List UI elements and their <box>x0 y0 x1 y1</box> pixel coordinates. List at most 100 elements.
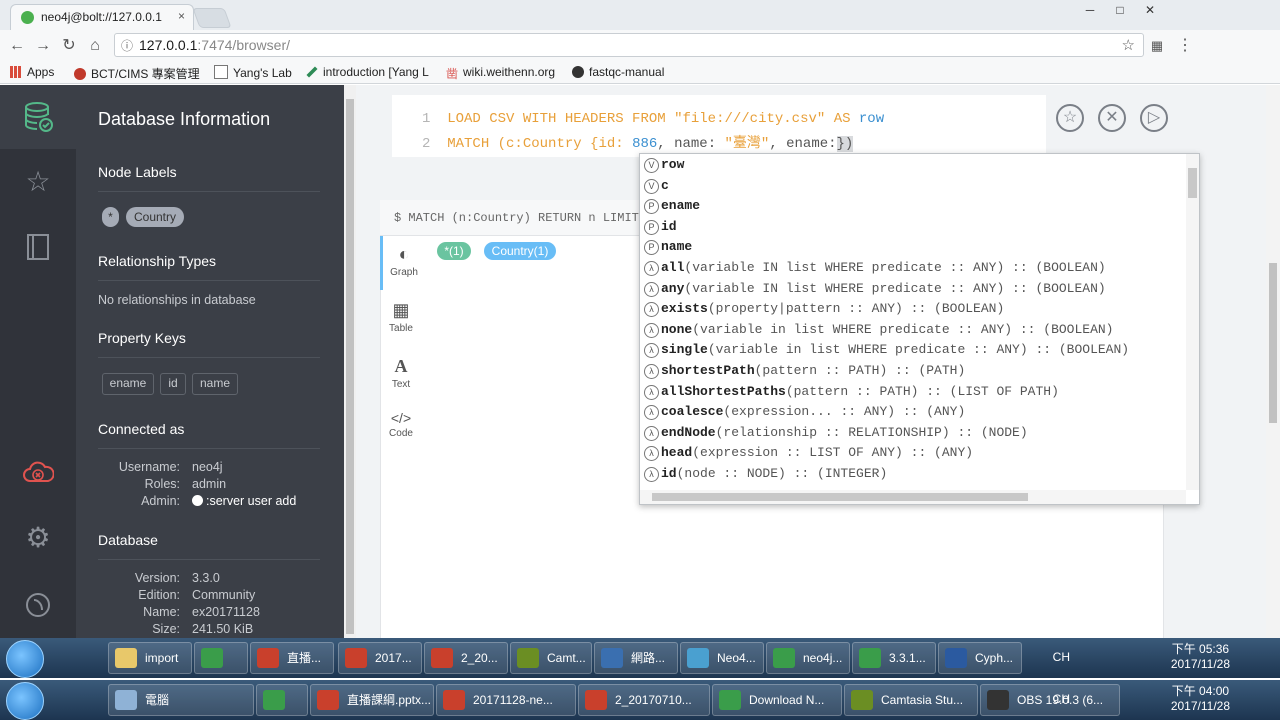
autocomplete-item[interactable]: Pename <box>640 196 1185 217</box>
autocomplete-item[interactable]: Vc <box>640 176 1185 197</box>
autocomplete-item[interactable]: λ any(variable IN list WHERE predicate ::… <box>640 279 1185 300</box>
node-label-country-pill[interactable]: Country <box>126 207 184 227</box>
cypher-editor[interactable]: 1 LOAD CSV WITH HEADERS FROM "file:///ci… <box>392 95 1046 157</box>
taskbar-app-button[interactable]: Camt... <box>510 642 592 674</box>
drawer-scrollbar[interactable] <box>344 85 356 640</box>
taskbar-app-button[interactable]: neo4j... <box>766 642 850 674</box>
info-icon[interactable]: ⓘ <box>121 37 133 54</box>
taskbar-app-button[interactable]: import <box>108 642 192 674</box>
autocomplete-item[interactable]: Pname <box>640 237 1185 258</box>
start-button-icon[interactable] <box>6 640 44 678</box>
about-neo4j-icon[interactable] <box>0 573 76 637</box>
taskbar-app-button[interactable]: 20171128-ne... <box>436 684 576 716</box>
scrollbar-thumb[interactable] <box>346 99 354 634</box>
autocomplete-item[interactable]: λ coalesce(expression... :: ANY) :: (ANY) <box>640 402 1185 423</box>
favorites-star-icon[interactable]: ☆ <box>0 149 76 213</box>
taskbar-app-button[interactable]: 2017... <box>338 642 422 674</box>
tab-graph[interactable]: ◐ Graph <box>380 236 425 290</box>
roles-key: Roles: <box>144 477 180 491</box>
taskbar-app-button[interactable]: 2_20170710... <box>578 684 710 716</box>
bookmark-yangs-lab[interactable]: Yang's Lab <box>214 65 292 80</box>
tab-table[interactable]: ▦ Table <box>380 292 422 346</box>
browser-tab[interactable]: neo4j@bolt://127.0.0.1 × <box>10 4 194 30</box>
taskbar-app-button[interactable]: 網路... <box>594 642 678 674</box>
taskbar-app-button[interactable]: Download N... <box>712 684 842 716</box>
taskbar-app-button[interactable] <box>194 642 248 674</box>
database-icon[interactable] <box>0 85 76 149</box>
close-window-icon[interactable]: ✕ <box>1136 0 1164 20</box>
cloud-disconnected-icon[interactable] <box>0 440 76 504</box>
bookmark-apps[interactable]: Apps <box>10 65 54 79</box>
autocomplete-item[interactable]: Pid <box>640 217 1185 238</box>
taskbar-app-button[interactable]: Camtasia Stu... <box>844 684 978 716</box>
taskbar-app-button[interactable]: OBS 19.0.3 (6... <box>980 684 1120 716</box>
new-tab-button[interactable] <box>192 8 232 28</box>
maximize-icon[interactable]: □ <box>1106 0 1134 20</box>
autocomplete-hscrollbar[interactable] <box>640 490 1186 504</box>
taskbar-app-button[interactable] <box>256 684 308 716</box>
settings-gear-icon[interactable]: ⚙ <box>0 505 76 569</box>
run-query-play-icon[interactable]: ▷ <box>1140 104 1168 132</box>
bookmark-introduction[interactable]: introduction [Yang L <box>306 65 429 79</box>
suggestion-signature: (relationship :: RELATIONSHIP) :: (NODE) <box>715 424 1028 440</box>
autocomplete-item[interactable]: λ shortestPath(pattern :: PATH) :: (PATH) <box>640 361 1185 382</box>
scrollbar-thumb[interactable] <box>1188 168 1197 198</box>
scrollbar-thumb[interactable] <box>1269 263 1277 423</box>
suggestion-name: any(variable IN list WHERE predicate :: … <box>661 281 1106 296</box>
extension-icon[interactable]: ▦ <box>1146 36 1168 56</box>
bookmark-fastqc-manual[interactable]: fastqc-manual <box>572 65 664 79</box>
property-key-name[interactable]: name <box>192 373 238 395</box>
autocomplete-item[interactable]: λ exists(property|pattern :: ANY) :: (BOO… <box>640 299 1185 320</box>
tab-text[interactable]: A Text <box>380 348 422 402</box>
home-icon[interactable]: ⌂ <box>84 36 106 56</box>
server-user-add-link[interactable]: :server user add <box>192 494 296 508</box>
reload-icon[interactable]: ↻ <box>58 36 80 56</box>
taskbar-app-button[interactable]: 直播... <box>250 642 334 674</box>
menu-icon[interactable]: ⋮ <box>1174 36 1196 56</box>
taskbar-app-button[interactable]: Cyph... <box>938 642 1022 674</box>
scrollbar-thumb[interactable] <box>652 493 1028 501</box>
taskbar-app-button[interactable]: 直播課綱.pptx... <box>310 684 434 716</box>
taskbar-app-button[interactable]: 3.3.1... <box>852 642 936 674</box>
result-pill-country[interactable]: Country(1) <box>484 242 556 260</box>
tab-close-icon[interactable]: × <box>178 9 185 23</box>
autocomplete-scrollbar[interactable] <box>1186 154 1199 490</box>
bookmark-star-icon[interactable]: ☆ <box>1122 36 1135 54</box>
minimize-icon[interactable]: ─ <box>1076 0 1104 20</box>
bookmark-wiki-weithenn[interactable]: 凿 wiki.weithenn.org <box>446 65 555 80</box>
forward-icon[interactable]: → <box>32 36 54 56</box>
clear-editor-icon[interactable]: ✕ <box>1098 104 1126 132</box>
tab-label: Code <box>389 428 413 439</box>
property-key-id[interactable]: id <box>160 373 186 395</box>
autocomplete-item[interactable]: λ head(expression :: LIST OF ANY) :: (ANY… <box>640 443 1185 464</box>
node-label-all-pill[interactable]: * <box>102 207 119 227</box>
taskbar-clock[interactable]: 下午 05:36 2017/11/28 <box>1171 642 1230 672</box>
autocomplete-item[interactable]: λ allShortestPaths(pattern :: PATH) :: (L… <box>640 382 1185 403</box>
autocomplete-item[interactable]: λ id(node :: NODE) :: (INTEGER) <box>640 464 1185 485</box>
favorite-query-star-icon[interactable]: ☆ <box>1056 104 1084 132</box>
start-button-icon[interactable] <box>6 682 44 720</box>
edition-value: Community <box>192 588 256 602</box>
taskbar-app-button[interactable]: 2_20... <box>424 642 508 674</box>
taskbar-app-button[interactable]: Neo4... <box>680 642 764 674</box>
documents-book-icon[interactable] <box>0 215 76 279</box>
autocomplete-item[interactable]: λ single(variable in list WHERE predicate… <box>640 340 1185 361</box>
input-language[interactable]: CH <box>1053 692 1070 706</box>
property-key-ename[interactable]: ename <box>102 373 154 395</box>
taskbar-clock[interactable]: 下午 04:00 2017/11/28 <box>1171 684 1230 714</box>
autocomplete-dropdown[interactable]: Vrow Vc Pename Pid Pname λ all(variable IN lis… <box>639 153 1200 505</box>
autocomplete-item[interactable]: λ endNode(relationship :: RELATIONSHIP) :… <box>640 423 1185 444</box>
suggestion-label: id <box>661 466 677 481</box>
tab-code[interactable]: </> Code <box>380 402 422 456</box>
bookmark-bct-cims[interactable]: BCT/CIMS 專案管理 <box>74 65 200 82</box>
autocomplete-item[interactable]: λ all(variable IN list WHERE predicate ::… <box>640 258 1185 279</box>
taskbar-app-button[interactable]: 電腦 <box>108 684 254 716</box>
autocomplete-item[interactable]: λ none(variable in list WHERE predicate :… <box>640 320 1185 341</box>
page-scrollbar[interactable] <box>1266 85 1280 640</box>
divider <box>98 559 320 560</box>
result-pill-all[interactable]: *(1) <box>437 242 471 260</box>
input-language[interactable]: CH <box>1053 650 1070 664</box>
autocomplete-item[interactable]: Vrow <box>640 155 1185 176</box>
back-icon[interactable]: ← <box>6 36 28 56</box>
address-bar[interactable]: ⓘ 127.0.0.1:7474/browser/ ☆ <box>114 33 1144 57</box>
